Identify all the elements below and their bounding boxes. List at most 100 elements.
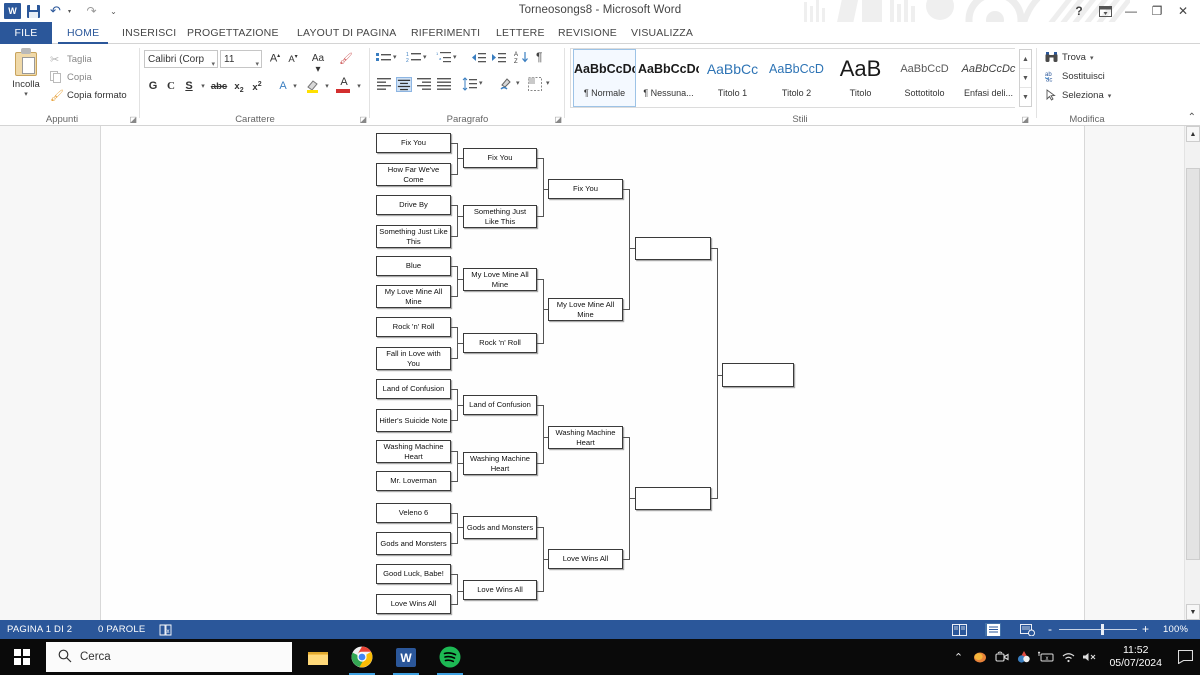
document-page[interactable]: Fix You How Far We've Come Drive By Some… [100,126,1085,620]
font-size-caret-icon[interactable]: ▾ [255,56,259,73]
bracket-box-r3-2[interactable]: My Love Mine All Mine [548,298,623,321]
bracket-box-r1-15[interactable]: Good Luck, Babe! [376,564,451,584]
text-effects-button[interactable]: A [276,80,290,92]
justify-icon[interactable] [436,77,452,92]
bracket-box-r4-2[interactable] [635,487,711,510]
bracket-box-r1-12[interactable]: Mr. Loverman [376,471,451,491]
multilevel-caret-icon[interactable]: ▾ [453,53,469,68]
bracket-box-r2-7[interactable]: Gods and Monsters [463,516,537,539]
ribbon-display-options-icon[interactable] [1092,2,1118,20]
bracket-box-r2-1[interactable]: Fix You [463,148,537,168]
windows-start-icon[interactable] [0,639,44,675]
decrease-indent-icon[interactable] [470,51,486,66]
bracket-box-r2-6[interactable]: Washing Machine Heart [463,452,537,475]
borders-caret-icon[interactable]: ▾ [546,79,562,94]
bracket-box-r2-8[interactable]: Love Wins All [463,580,537,600]
web-layout-icon[interactable] [1019,623,1035,636]
paste-button[interactable]: Incolla ▾ [6,48,46,98]
tab-lettere[interactable]: LETTERE [487,22,554,44]
strikethrough-button[interactable]: abc [210,81,228,92]
show-hidden-icons-icon[interactable]: ⌃ [947,639,969,675]
style-normale[interactable]: AaBbCcDc ¶ Normale [573,49,636,107]
shading-icon[interactable] [498,76,514,91]
bracket-box-r1-4[interactable]: Something Just Like This [376,225,451,248]
app-icon[interactable] [1013,639,1035,675]
bracket-box-final[interactable] [722,363,794,387]
bracket-box-r1-9[interactable]: Land of Confusion [376,379,451,399]
word-count[interactable]: 0 PAROLE [98,624,145,635]
camera-icon[interactable] [991,639,1013,675]
gallery-scroll-down-icon[interactable]: ▼ [1020,69,1031,88]
bracket-box-r1-6[interactable]: My Love Mine All Mine [376,285,451,308]
bracket-box-r2-4[interactable]: Rock 'n' Roll [463,333,537,353]
print-layout-icon[interactable] [985,623,1001,636]
bracket-box-r1-14[interactable]: Gods and Monsters [376,532,451,555]
highlight-caret-icon[interactable]: ▾ [322,82,332,90]
bracket-box-r1-1[interactable]: Fix You [376,133,451,153]
bracket-box-r1-16[interactable]: Love Wins All [376,594,451,614]
select-button[interactable]: Seleziona ▾ [1045,89,1111,102]
tab-layout-di-pagina[interactable]: LAYOUT DI PAGINA [288,22,405,44]
minimize-button[interactable]: — [1118,2,1144,20]
bracket-box-r3-3[interactable]: Washing Machine Heart [548,426,623,449]
read-mode-icon[interactable] [951,623,967,636]
bracket-box-r1-10[interactable]: Hitler's Suicide Note [376,409,451,432]
paragrafo-dialog-launcher[interactable]: ◪ [554,115,562,124]
find-caret-icon[interactable]: ▾ [1090,54,1094,62]
change-case-button[interactable]: Aa ▾ [308,53,328,75]
cut-button[interactable]: ✂ Taglia [50,53,92,66]
appunti-dialog-launcher[interactable]: ◪ [129,115,137,124]
numbering-icon[interactable]: 12 [406,51,422,66]
format-painter-button[interactable]: 🖌 Copia formato [50,89,127,102]
style-titolo[interactable]: AaB Titolo [829,49,892,107]
highlight-icon[interactable] [304,78,320,97]
proofing-errors-icon[interactable]: x [158,623,174,636]
bracket-box-r2-3[interactable]: My Love Mine All Mine [463,268,537,291]
firefox-icon[interactable] [969,639,991,675]
close-button[interactable]: ✕ [1170,2,1196,20]
font-color-button[interactable]: A [336,77,352,93]
bracket-box-r4-1[interactable] [635,237,711,260]
google-chrome-icon[interactable] [340,639,384,675]
system-tray[interactable]: ⌃ x 11:52 05/07/2024 [947,639,1200,675]
bracket-box-r3-1[interactable]: Fix You [548,179,623,199]
show-marks-icon[interactable]: ¶ [536,50,552,65]
find-button[interactable]: Trova ▾ [1045,51,1093,64]
scroll-down-icon[interactable]: ▼ [1186,604,1200,620]
stili-dialog-launcher[interactable]: ◪ [1021,115,1029,124]
ribbon-tabs[interactable]: FILE HOME INSERISCI PROGETTAZIONE LAYOUT… [0,22,1200,44]
underline-caret-icon[interactable]: ▾ [198,82,208,90]
action-center-icon[interactable] [1170,639,1200,675]
bracket-box-r3-4[interactable]: Love Wins All [548,549,623,569]
tab-riferimenti[interactable]: RIFERIMENTI [402,22,489,44]
spotify-icon[interactable] [428,639,472,675]
help-button[interactable]: ? [1066,2,1092,20]
shrink-font-button[interactable]: A▾ [286,53,300,65]
network-icon[interactable] [1057,639,1079,675]
clear-formatting-icon[interactable]: 🖌 [338,52,354,65]
font-color-caret-icon[interactable]: ▾ [354,82,364,90]
bold-button[interactable]: G [146,80,160,92]
zoom-in-button[interactable]: + [1142,622,1149,636]
bracket-box-r1-3[interactable]: Drive By [376,195,451,215]
style-sottotitolo[interactable]: AaBbCcD Sottotitolo [893,49,956,107]
volume-muted-icon[interactable] [1079,639,1101,675]
scrollbar-thumb[interactable] [1186,168,1200,560]
restore-button[interactable]: ❐ [1144,2,1170,20]
text-effects-caret-icon[interactable]: ▾ [290,82,300,90]
gallery-more-icon[interactable]: ▼ [1020,88,1031,107]
underline-button[interactable]: S [182,80,196,92]
search-input[interactable]: Cerca [46,642,292,672]
collapse-ribbon-icon[interactable]: ⌃ [1188,112,1196,123]
zoom-slider-thumb[interactable] [1101,624,1104,635]
copy-button[interactable]: Copia [50,71,92,84]
bracket-box-r2-2[interactable]: Something Just Like This [463,205,537,228]
carattere-dialog-launcher[interactable]: ◪ [359,115,367,124]
select-caret-icon[interactable]: ▾ [1108,92,1112,100]
tab-revisione[interactable]: REVISIONE [549,22,626,44]
bracket-box-r1-13[interactable]: Veleno 6 [376,503,451,523]
style-enfasi-delicata[interactable]: AaBbCcDc Enfasi deli... [957,49,1020,107]
file-explorer-icon[interactable] [296,639,340,675]
paste-dropdown-caret-icon[interactable]: ▾ [6,90,46,98]
tab-inserisci[interactable]: INSERISCI [113,22,185,44]
